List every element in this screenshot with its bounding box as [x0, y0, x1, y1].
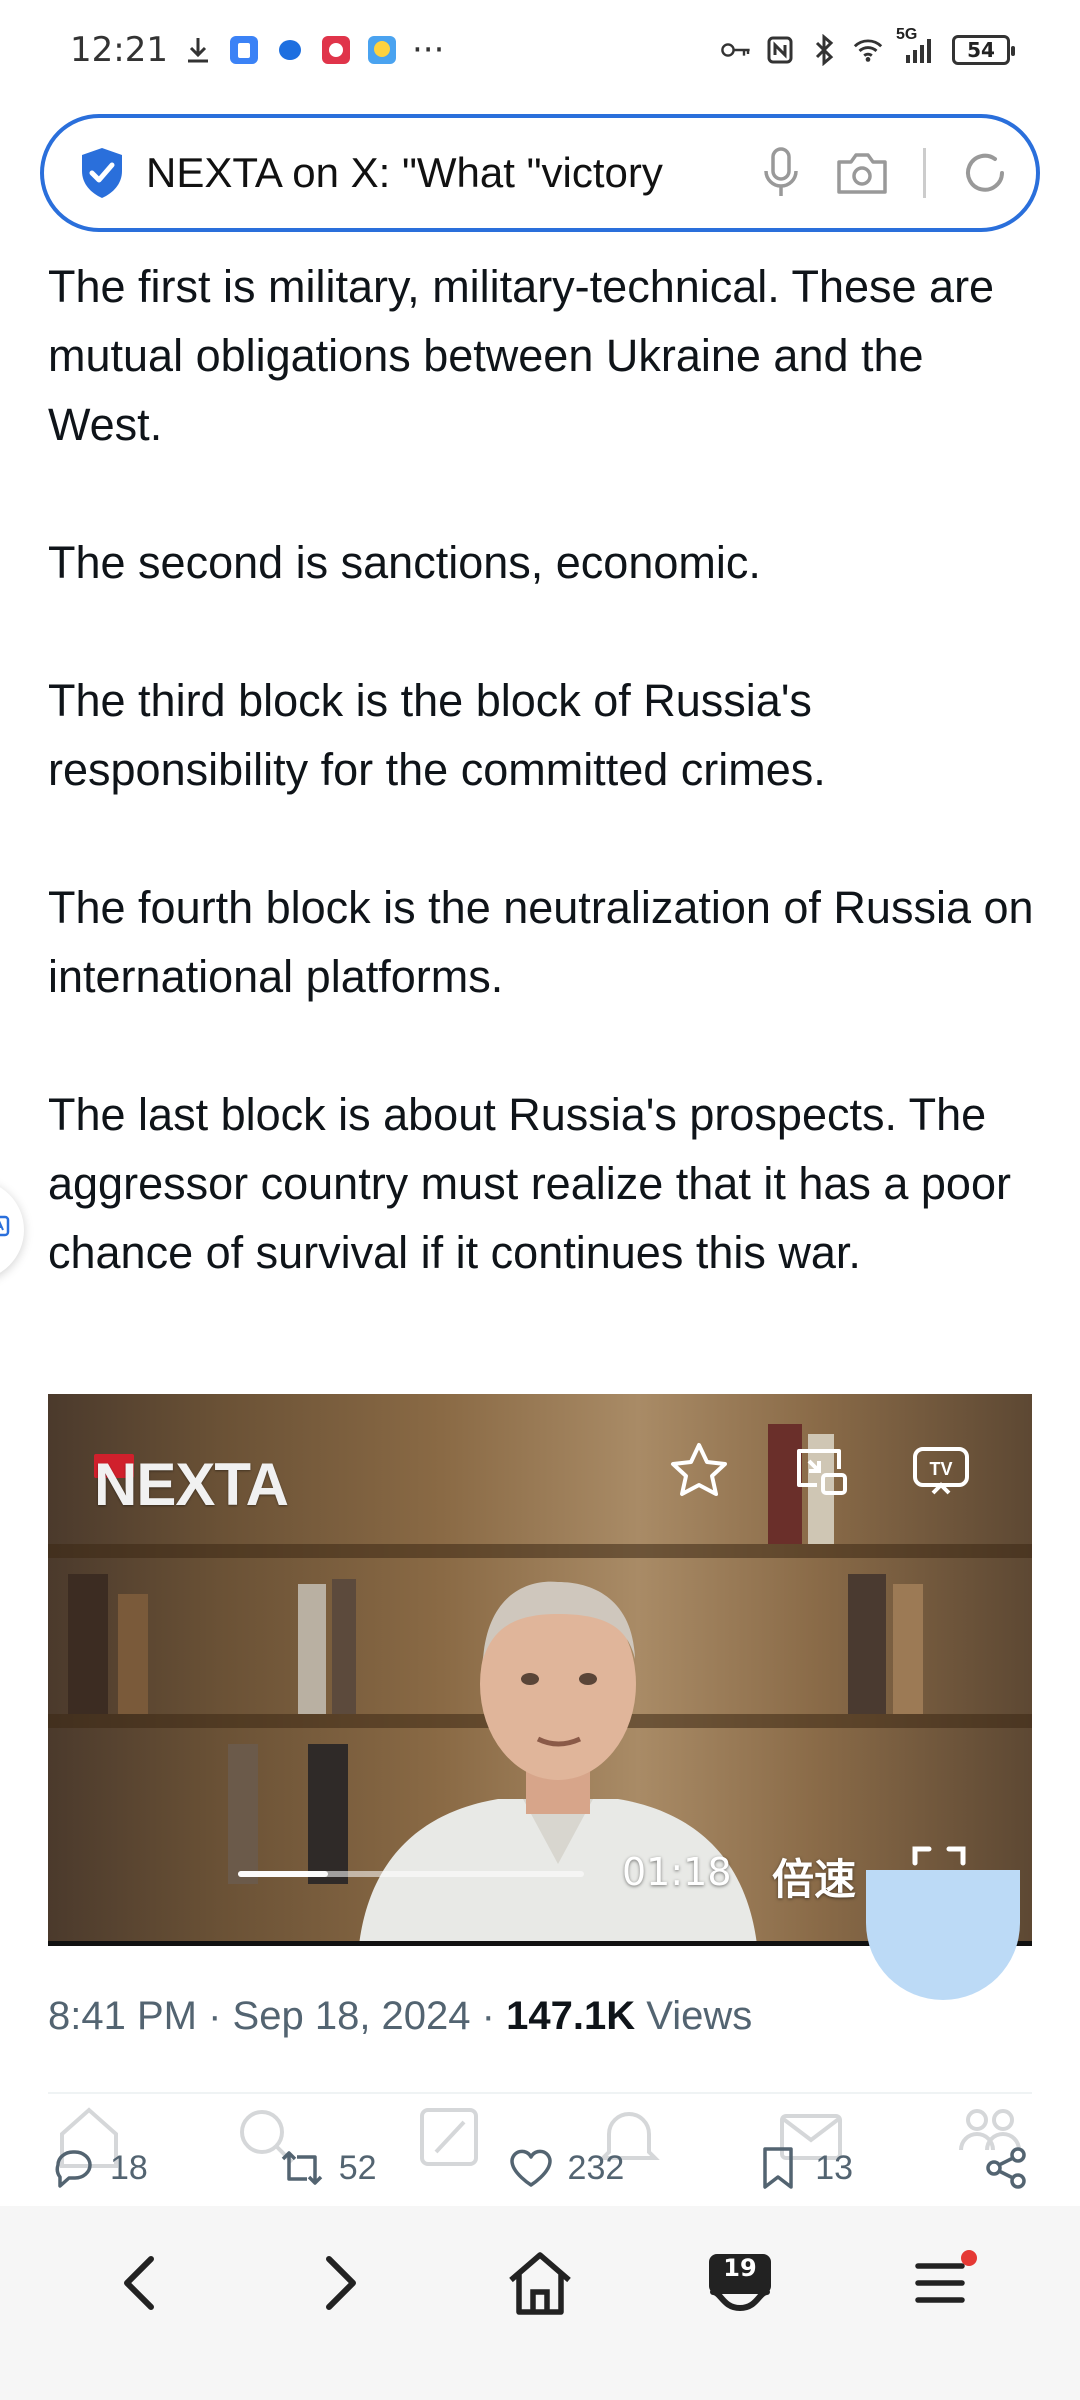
back-button[interactable] [95, 2238, 185, 2328]
back-icon [124, 2256, 154, 2310]
views-label: Views [646, 1994, 753, 2038]
weather-icon [366, 34, 398, 66]
heart-icon [509, 2149, 552, 2187]
nfc-icon [764, 34, 796, 66]
status-time: 12:21 [70, 30, 168, 70]
status-bar: 12:21 ··· 5G 54 [0, 0, 1080, 100]
tweet-time: 8:41 PM [48, 1994, 197, 2038]
reply-count: 18 [110, 2148, 148, 2187]
repost-count: 52 [338, 2148, 377, 2187]
video-progress-bar[interactable] [238, 1871, 584, 1877]
browser-bottom-nav: 19 [0, 2206, 1080, 2400]
app-icon [228, 34, 260, 66]
battery-indicator: 54 [952, 35, 1015, 65]
reply-button[interactable]: 18 [48, 2143, 148, 2193]
address-bar[interactable]: NEXTA on X: "What "victory [40, 114, 1040, 232]
reply-icon [55, 2150, 92, 2188]
video-progress-fill [238, 1871, 328, 1877]
meta-separator: · [208, 1994, 222, 2038]
bluetooth-icon [808, 34, 840, 66]
tweet-text: The first is military, military-technica… [48, 252, 1038, 1287]
bookmark-button[interactable]: 13 [753, 2143, 853, 2193]
address-divider [923, 148, 926, 198]
tweet-paragraph: The last block is about Russia's prospec… [48, 1089, 1011, 1278]
svg-text:TV: TV [929, 1459, 952, 1479]
key-icon [720, 34, 752, 66]
tabs-count: 19 [723, 2254, 757, 2282]
tv-cast-icon[interactable]: TV [908, 1438, 974, 1504]
menu-button[interactable] [895, 2238, 985, 2328]
home-button[interactable] [495, 2238, 585, 2328]
network-type: 5G [896, 26, 918, 43]
playback-speed-button[interactable]: 倍速 [772, 1846, 856, 1907]
reload-icon[interactable] [960, 148, 1010, 198]
home-icon [509, 2252, 571, 2315]
views-count: 147.1K [506, 1994, 636, 2038]
wifi-icon [852, 34, 884, 66]
tweet-date: Sep 18, 2024 [232, 1994, 471, 2038]
share-icon [986, 2147, 1026, 2189]
app-icon [320, 34, 352, 66]
divider [48, 2092, 1032, 2094]
address-actions [761, 146, 1010, 200]
more-notifications: ··· [411, 30, 445, 70]
tweet-meta: 8:41 PM · Sep 18, 2024 · 147.1K Views [48, 1994, 752, 2039]
bookmark-icon [763, 2147, 793, 2189]
like-button[interactable]: 232 [506, 2143, 625, 2193]
address-text[interactable]: NEXTA on X: "What "victory [146, 149, 737, 197]
share-button[interactable] [982, 2143, 1032, 2193]
translate-icon [0, 1215, 10, 1237]
compose-fab[interactable] [866, 1870, 1020, 2000]
forward-icon [326, 2256, 356, 2310]
tweet-paragraph: The first is military, military-technica… [48, 261, 995, 450]
notification-dot [961, 2250, 977, 2266]
status-right: 5G 54 [720, 26, 1015, 66]
signal-icon: 5G [896, 26, 940, 66]
like-count: 232 [567, 2148, 625, 2187]
star-icon[interactable] [666, 1438, 732, 1504]
translate-button[interactable] [0, 1180, 24, 1280]
microphone-icon[interactable] [761, 146, 801, 200]
status-left: 12:21 ··· [70, 30, 444, 70]
tweet-paragraph: The third block is the block of Russia's… [48, 675, 826, 795]
pip-icon[interactable] [788, 1438, 854, 1504]
tweet-paragraph: The fourth block is the neutralization o… [48, 882, 1034, 1002]
repost-button[interactable]: 52 [277, 2143, 377, 2193]
tweet-paragraph: The second is sanctions, economic. [48, 537, 761, 588]
bookmark-count: 13 [815, 2148, 854, 2187]
meta-separator: · [481, 1994, 495, 2038]
video-watermark-logo: NEXTA [94, 1451, 289, 1518]
video-time: 01:18 [622, 1850, 732, 1894]
shield-check-icon [82, 148, 122, 198]
repost-icon [281, 2151, 323, 2185]
tweet-actions: 18 52 232 13 [48, 2130, 1032, 2206]
video-player[interactable]: NEXTA TV 01:18 倍速 [48, 1394, 1032, 1946]
forward-button[interactable] [295, 2238, 385, 2328]
download-icon [182, 34, 214, 66]
menu-icon [915, 2263, 965, 2303]
tabs-button[interactable]: 19 [695, 2238, 785, 2328]
messenger-icon [274, 34, 306, 66]
camera-icon[interactable] [835, 150, 889, 196]
